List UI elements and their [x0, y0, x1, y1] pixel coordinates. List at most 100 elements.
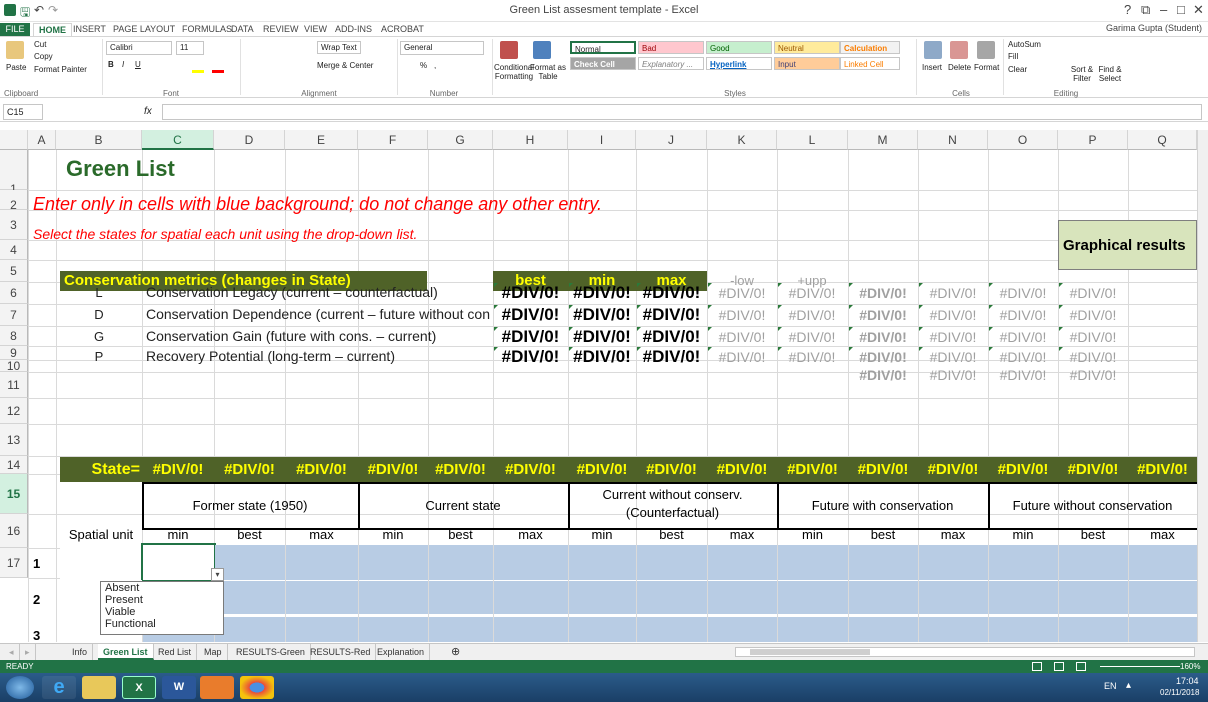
tab-review[interactable]: REVIEW [258, 23, 304, 36]
state-input-cell[interactable] [849, 581, 918, 614]
state-input-cell[interactable] [1129, 581, 1197, 614]
clear-button[interactable]: Clear [1008, 65, 1027, 74]
font-name-select[interactable]: Calibri [106, 41, 172, 55]
state-input-cell[interactable] [569, 545, 636, 580]
state-input-cell[interactable] [989, 617, 1058, 642]
state-input-cell[interactable] [215, 581, 285, 614]
chrome-icon[interactable] [240, 676, 274, 699]
state-input-cell[interactable] [1059, 581, 1128, 614]
row-header-13[interactable]: 13 [0, 424, 28, 456]
state-input-cell[interactable] [215, 545, 285, 580]
normal-view-icon[interactable] [1032, 662, 1042, 671]
row-header-5[interactable]: 5 [0, 260, 28, 282]
dropdown-option-viable[interactable]: Viable [101, 606, 223, 618]
style-bad[interactable]: Bad [638, 41, 704, 54]
style-hyperlink[interactable]: Hyperlink [706, 57, 772, 70]
sheet-tab-map[interactable]: Map [199, 644, 228, 660]
row-header-1[interactable]: 1 [0, 150, 28, 196]
row-header-8[interactable]: 8 [0, 326, 28, 346]
state-input-cell[interactable] [708, 545, 777, 580]
font-size-select[interactable]: 11 [176, 41, 204, 55]
formula-input[interactable] [162, 104, 1202, 120]
internet-explorer-icon[interactable]: e [42, 676, 76, 699]
format-cells-icon[interactable] [977, 41, 995, 59]
close-button[interactable]: ✕ [1193, 2, 1204, 18]
state-input-cell[interactable] [919, 617, 988, 642]
row-header-14[interactable]: 14 [0, 456, 28, 474]
dropdown-option-absent[interactable]: Absent [101, 582, 223, 594]
dropdown-option-present[interactable]: Present [101, 594, 223, 606]
row-header-9[interactable]: 9 [0, 346, 28, 360]
clock-date[interactable]: 02/11/2018 [1160, 688, 1199, 697]
column-header-c[interactable]: C [142, 130, 214, 150]
row-header-7[interactable]: 7 [0, 304, 28, 326]
column-header-e[interactable]: E [285, 130, 358, 150]
state-input-cell[interactable] [359, 545, 428, 580]
state-input-cell[interactable] [989, 545, 1058, 580]
column-header-o[interactable]: O [988, 130, 1058, 150]
column-header-a[interactable]: A [28, 130, 56, 150]
word-taskbar-icon[interactable]: W [162, 676, 196, 699]
column-header-k[interactable]: K [707, 130, 777, 150]
style-good[interactable]: Good [706, 41, 772, 54]
state-input-cell[interactable] [778, 581, 848, 614]
state-input-cell[interactable] [919, 581, 988, 614]
minimize-button[interactable]: – [1160, 2, 1167, 17]
spatial-unit-cell[interactable] [60, 544, 142, 580]
state-input-cell[interactable] [1129, 617, 1197, 642]
wrap-text-button[interactable]: Wrap Text [317, 41, 361, 54]
column-header-l[interactable]: L [777, 130, 848, 150]
maximize-button[interactable]: □ [1177, 2, 1185, 17]
zoom-slider[interactable] [1100, 666, 1180, 667]
horizontal-scroll-thumb[interactable] [750, 649, 870, 655]
italic-button[interactable]: I [122, 60, 124, 69]
state-input-cell[interactable] [1129, 545, 1197, 580]
bold-button[interactable]: B [108, 60, 114, 69]
column-header-j[interactable]: J [636, 130, 707, 150]
vertical-scrollbar[interactable] [1197, 130, 1208, 642]
insert-cells-icon[interactable] [924, 41, 942, 59]
tab-file[interactable]: FILE [0, 23, 30, 36]
number-format-select[interactable]: General [400, 41, 484, 55]
network-icon[interactable]: ▴ [1126, 680, 1131, 691]
underline-button[interactable]: U [135, 60, 141, 69]
state-input-cell[interactable] [494, 617, 568, 642]
horizontal-scrollbar[interactable] [735, 647, 1195, 657]
select-all-corner[interactable] [0, 130, 28, 150]
sheet-tab-results-red[interactable]: RESULTS-Red [305, 644, 377, 660]
find-select-button[interactable]: Find & Select [1094, 65, 1126, 83]
row-header-2[interactable]: 2 [0, 190, 28, 212]
scroll-tabs-left-icon[interactable]: ◂ [4, 644, 20, 660]
dropdown-arrow-icon[interactable]: ▾ [211, 568, 224, 581]
name-box[interactable]: C15 [3, 104, 43, 120]
sheet-tab-info[interactable]: Info [67, 644, 94, 660]
conditional-formatting-icon[interactable] [500, 41, 518, 59]
tab-data[interactable]: DATA [226, 23, 259, 36]
insert-function-button[interactable]: fx [144, 106, 152, 117]
copy-button[interactable]: Copy [34, 52, 53, 61]
start-button-icon[interactable] [6, 676, 34, 699]
state-input-cell[interactable] [778, 617, 848, 642]
column-header-i[interactable]: I [568, 130, 636, 150]
state-input-cell[interactable] [359, 617, 428, 642]
paste-button[interactable]: Paste [6, 63, 26, 72]
sheet-tab-explanation[interactable]: Explanation [372, 644, 431, 660]
state-input-cell[interactable] [849, 545, 918, 580]
style-input[interactable]: Input [774, 57, 840, 70]
sheet-tab-results-green[interactable]: RESULTS-Green [231, 644, 311, 660]
row-header-15[interactable]: 15 [0, 474, 28, 514]
delete-button[interactable]: Delete [948, 63, 971, 72]
column-header-b[interactable]: B [56, 130, 142, 150]
state-input-cell[interactable] [429, 581, 493, 614]
column-header-g[interactable]: G [428, 130, 493, 150]
column-header-m[interactable]: M [848, 130, 918, 150]
clock-time[interactable]: 17:04 [1176, 676, 1199, 686]
state-input-cell[interactable] [359, 581, 428, 614]
comma-button[interactable]: , [434, 61, 436, 70]
file-explorer-icon[interactable] [82, 676, 116, 699]
scroll-tabs-right-icon[interactable]: ▸ [20, 644, 36, 660]
paste-icon[interactable] [6, 41, 24, 59]
font-color-icon[interactable] [212, 70, 224, 73]
state-input-cell[interactable] [778, 545, 848, 580]
format-table-button[interactable]: Format as Table [530, 63, 566, 81]
